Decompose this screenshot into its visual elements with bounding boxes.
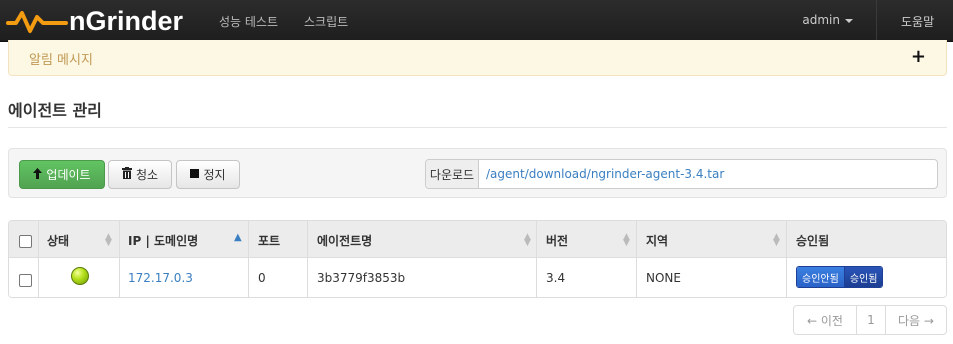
prev-page-button[interactable]: ← 이전 (794, 306, 857, 334)
nav-divider (876, 0, 877, 42)
agent-region: NONE (646, 271, 681, 285)
update-button[interactable]: 업데이트 (19, 160, 105, 189)
col-approved: 승인됨 (796, 234, 830, 248)
next-page-button[interactable]: 다음 → (886, 306, 946, 334)
nav-script[interactable]: 스크립트 (304, 13, 348, 30)
col-port[interactable]: 포트 (258, 232, 280, 249)
column-divider (536, 221, 537, 297)
page-title: 에이전트 관리 (8, 101, 102, 120)
row-checkbox[interactable] (19, 274, 32, 287)
download-label: 다운로드 (426, 160, 479, 188)
column-divider (636, 221, 637, 297)
top-navbar: nGrinder 성능 테스트 스크립트 admin 도움말 (0, 0, 953, 42)
col-version[interactable]: 버전 (546, 232, 568, 249)
column-divider (307, 221, 308, 297)
alert-message: 알림 메시지 (29, 53, 93, 68)
agent-version: 3.4 (546, 271, 566, 285)
column-divider (38, 221, 39, 297)
arrow-up-icon (33, 167, 43, 182)
approve-button[interactable]: 승인됨 (844, 267, 883, 287)
sort-icon: ▲ ▼ (524, 232, 531, 248)
table-row: 172.17.0.3 0 3b3779f3853b 3.4 NONE 승인안됨 … (9, 258, 946, 297)
notice-alert: 알림 메시지 + (8, 40, 947, 76)
agent-table: 상태 ▲ ▼ IP | 도메인명 ▲ 포트 에이전트명 ▲ ▼ 버전 ▲ ▼ 지역 ▲… (8, 220, 947, 298)
user-menu[interactable]: admin (802, 13, 853, 27)
col-region[interactable]: 지역 (646, 232, 668, 249)
brand-name: nGrinder (69, 5, 184, 36)
stop-button-label: 정지 (203, 168, 226, 182)
pagination: ← 이전 1 다음 → (793, 305, 947, 335)
agent-port: 0 (258, 271, 266, 285)
chevron-down-icon (845, 18, 853, 23)
col-status[interactable]: 상태 (47, 232, 69, 249)
unapprove-button[interactable]: 승인안됨 (797, 267, 845, 287)
brand-logo[interactable]: nGrinder (6, 4, 183, 38)
clean-button[interactable]: 청소 (108, 160, 172, 189)
sort-icon: ▲ ▼ (623, 232, 630, 248)
status-ready-icon (71, 267, 89, 285)
pulse-logo-icon (6, 11, 68, 33)
sort-icon: ▲ ▼ (105, 232, 112, 248)
page-number[interactable]: 1 (857, 306, 886, 334)
agent-name: 3b3779f3853b (317, 271, 406, 285)
user-name: admin (802, 13, 840, 27)
sort-asc-icon: ▲ (234, 232, 242, 243)
divider (8, 127, 947, 128)
nav-performance-test[interactable]: 성능 테스트 (219, 13, 278, 30)
agent-toolbar: 업데이트 청소 정지 다운로드 /agent/download/ngrinder… (8, 148, 947, 198)
stop-icon (190, 168, 200, 181)
table-header: 상태 ▲ ▼ IP | 도메인명 ▲ 포트 에이전트명 ▲ ▼ 버전 ▲ ▼ 지역 ▲… (9, 221, 946, 258)
approval-toggle: 승인안됨 승인됨 (796, 266, 884, 288)
column-divider (786, 221, 787, 297)
column-divider (119, 221, 120, 297)
column-divider (248, 221, 249, 297)
col-agent-name[interactable]: 에이전트명 (317, 232, 372, 249)
agent-download-link[interactable]: /agent/download/ngrinder-agent-3.4.tar (486, 160, 724, 188)
agent-ip-link[interactable]: 172.17.0.3 (128, 271, 193, 285)
nav-help[interactable]: 도움말 (901, 13, 934, 30)
stop-button[interactable]: 정지 (176, 160, 240, 189)
select-all-checkbox[interactable] (19, 235, 32, 248)
clean-button-label: 청소 (135, 168, 159, 182)
trash-icon (121, 167, 132, 182)
expand-plus-icon[interactable]: + (911, 46, 926, 67)
update-button-label: 업데이트 (46, 168, 91, 182)
download-group: 다운로드 /agent/download/ngrinder-agent-3.4.… (425, 159, 938, 189)
col-ip[interactable]: IP | 도메인명 (128, 232, 198, 249)
sort-icon: ▲ ▼ (773, 232, 780, 248)
